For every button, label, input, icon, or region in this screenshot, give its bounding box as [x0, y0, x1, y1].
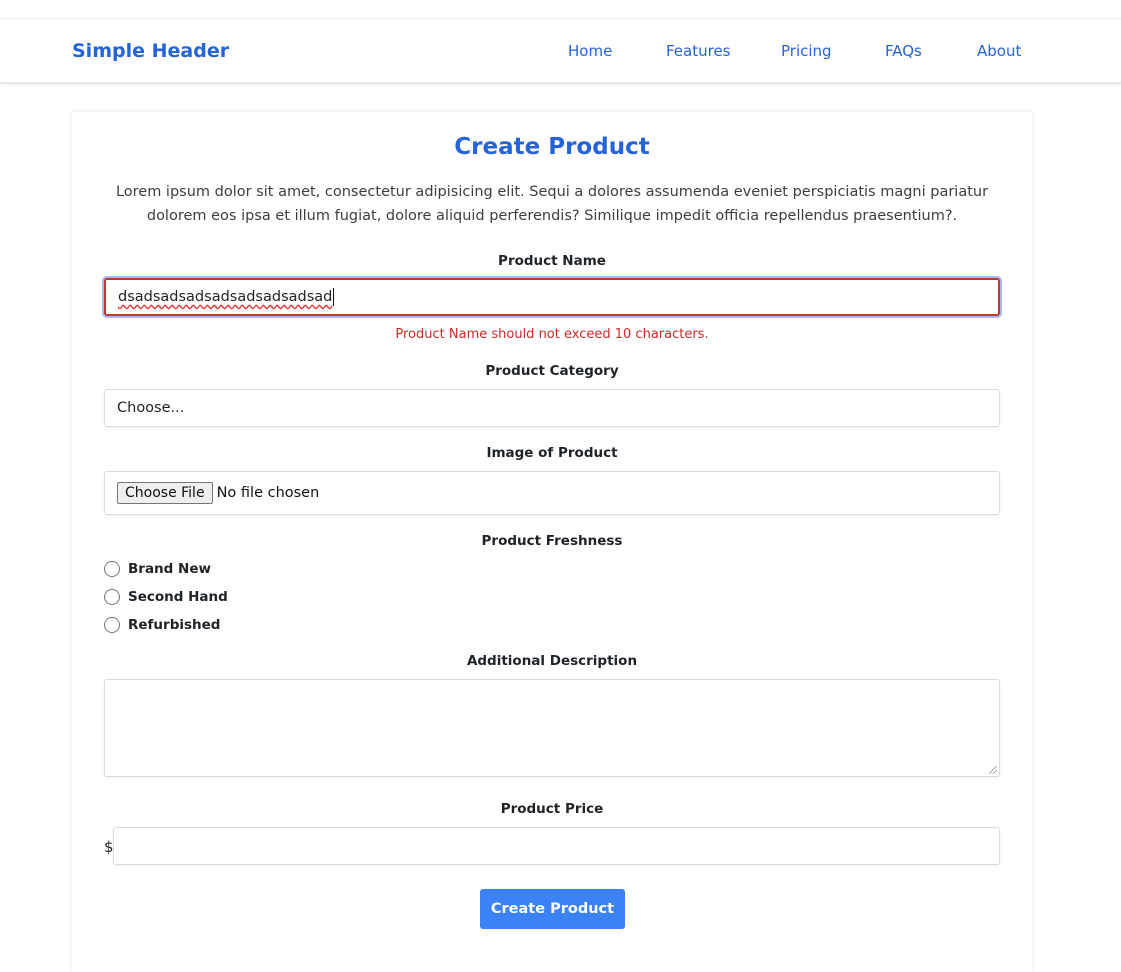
file-status: No file chosen — [216, 485, 320, 501]
radio-second-hand[interactable]: Second Hand — [104, 588, 228, 606]
radio-label: Brand New — [128, 561, 211, 577]
text-cursor — [333, 288, 335, 306]
product-name-input[interactable]: dsadsadsadsadsadsadsadsad — [104, 278, 1000, 316]
product-category-label: Product Category — [485, 363, 619, 379]
product-name-value: dsadsadsadsadsadsadsadsad — [118, 289, 333, 305]
radio-label: Refurbished — [128, 617, 221, 633]
product-name-label: Product Name — [498, 253, 606, 269]
radio-label: Second Hand — [128, 589, 228, 605]
resize-grip-icon[interactable] — [989, 766, 997, 774]
intro-text: Lorem ipsum dolor sit amet, consectetur … — [115, 184, 989, 224]
product-name-error: Product Name should not exceed 10 charac… — [395, 327, 709, 342]
product-category-select[interactable]: Choose... — [104, 389, 1000, 427]
site-header: Simple Header Home Features Pricing FAQs… — [0, 19, 1121, 83]
radio-circle[interactable] — [104, 589, 120, 605]
nav-about[interactable]: About — [977, 42, 1021, 60]
radio-refurbished[interactable]: Refurbished — [104, 616, 220, 634]
product-freshness-label: Product Freshness — [481, 533, 623, 549]
product-image-input: Choose File No file chosen — [104, 471, 1000, 515]
create-product-card: Create Product Lorem ipsum dolor sit ame… — [72, 112, 1032, 972]
page-title: Create Product — [454, 134, 650, 160]
browser-top-strip — [0, 0, 1121, 19]
create-product-button[interactable]: Create Product — [480, 889, 625, 929]
radio-brand-new[interactable]: Brand New — [104, 560, 211, 578]
radio-circle[interactable] — [104, 617, 120, 633]
nav-features[interactable]: Features — [666, 42, 731, 60]
product-price-input[interactable] — [113, 827, 1000, 865]
radio-circle[interactable] — [104, 561, 120, 577]
nav-faqs[interactable]: FAQs — [885, 42, 922, 60]
product-category-selected: Choose... — [117, 400, 185, 416]
additional-description-textarea[interactable] — [104, 679, 1000, 777]
additional-description-label: Additional Description — [466, 653, 638, 669]
brand-logo-link[interactable]: Simple Header — [72, 40, 229, 62]
nav-pricing[interactable]: Pricing — [781, 42, 832, 60]
product-price-label: Product Price — [500, 801, 604, 817]
choose-file-button[interactable]: Choose File — [117, 482, 213, 504]
product-image-label: Image of Product — [486, 445, 618, 461]
nav-home[interactable]: Home — [568, 42, 612, 60]
